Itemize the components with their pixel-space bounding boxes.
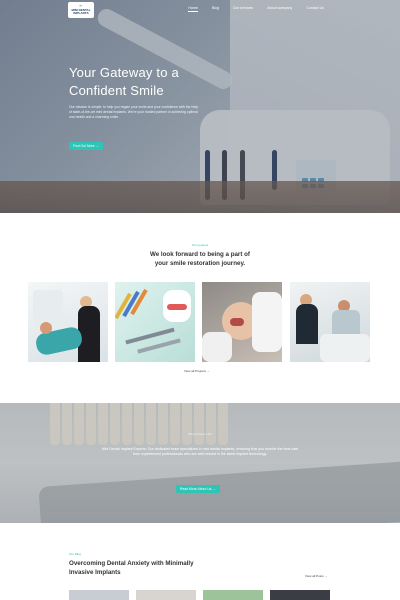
projects-title-line2: your smile restoration journey. bbox=[154, 259, 246, 267]
about-section bbox=[0, 403, 400, 523]
blog-eyebrow: Our Blog bbox=[69, 552, 81, 556]
hero-title: Your Gateway to a Confident Smile bbox=[69, 64, 239, 100]
nav-item-blog[interactable]: Blog bbox=[212, 5, 219, 12]
site-logo[interactable]: ❧ MINI DENTAL IMPLANTS bbox=[68, 2, 94, 18]
about-overlay bbox=[0, 403, 400, 523]
read-more-about-us-button[interactable]: Read More About Us → bbox=[176, 485, 220, 493]
tooth-icon: ❧ bbox=[79, 3, 83, 8]
blog-post-thumbnail[interactable] bbox=[270, 590, 330, 600]
hero-overlay bbox=[0, 0, 400, 213]
blog-title-line2: Invasive Implants bbox=[69, 568, 121, 576]
projects-eyebrow: Our projects bbox=[191, 243, 209, 247]
blog-post-thumbnail[interactable] bbox=[69, 590, 129, 600]
view-all-posts-link[interactable]: View all Posts → bbox=[305, 574, 327, 578]
hero-section: ❧ MINI DENTAL IMPLANTS Home Blog Our ser… bbox=[0, 0, 400, 213]
nav-item-services[interactable]: Our services bbox=[233, 5, 253, 12]
projects-title-line1: We look forward to being a part of bbox=[150, 251, 250, 258]
find-out-more-button[interactable]: Find Out More → bbox=[69, 142, 104, 150]
about-eyebrow: Why Choose Us? bbox=[188, 432, 212, 436]
logo-text: MINI DENTAL IMPLANTS bbox=[71, 7, 91, 15]
blog-title-line1: Overcoming Dental Anxiety with Minimally bbox=[69, 560, 194, 567]
project-card-dentist-patient[interactable] bbox=[28, 282, 108, 362]
hero-title-line2: Confident Smile bbox=[69, 83, 164, 98]
project-card-patient-smiling[interactable] bbox=[290, 282, 370, 362]
hero-title-line1: Your Gateway to a bbox=[69, 65, 179, 80]
project-card-dental-tools[interactable] bbox=[115, 282, 195, 362]
about-text: Mini Dental Implant Experts: Our dedicat… bbox=[101, 447, 299, 457]
blog-post-thumbnail[interactable] bbox=[136, 590, 196, 600]
nav-menu: Home Blog Our services About company Con… bbox=[174, 5, 324, 12]
projects-title: We look forward to being a part of your … bbox=[110, 251, 290, 268]
nav-item-about[interactable]: About company bbox=[267, 5, 292, 12]
nav-item-contact[interactable]: Contact Us bbox=[306, 5, 324, 12]
view-all-projects-link[interactable]: View all Projects → bbox=[184, 369, 210, 373]
nav-item-home[interactable]: Home bbox=[188, 5, 198, 12]
hero-description: Our mission is simple: to help you regai… bbox=[69, 105, 198, 120]
top-navigation: ❧ MINI DENTAL IMPLANTS Home Blog Our ser… bbox=[0, 0, 400, 22]
blog-post-thumbnail[interactable] bbox=[203, 590, 263, 600]
blog-title: Overcoming Dental Anxiety with Minimally… bbox=[69, 560, 229, 577]
project-card-dental-procedure[interactable] bbox=[202, 282, 282, 362]
